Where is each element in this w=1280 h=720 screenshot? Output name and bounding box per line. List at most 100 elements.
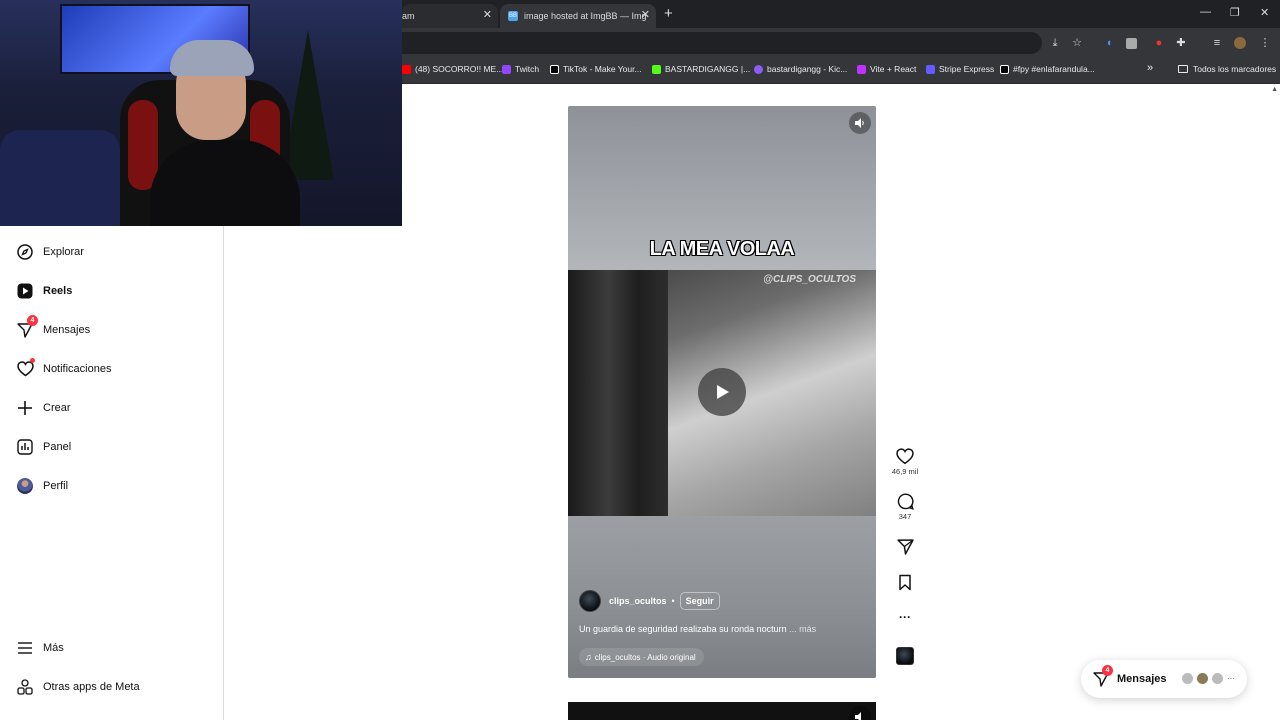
twitch-icon xyxy=(502,64,511,74)
author-username[interactable]: clips_ocultos xyxy=(609,596,667,606)
profile-avatar-icon[interactable] xyxy=(1234,37,1246,49)
new-tab-button[interactable]: + xyxy=(664,5,673,22)
all-bookmarks-button[interactable]: Todos los marcadores xyxy=(1178,64,1276,74)
scrollbar-up-arrow[interactable]: ▲ xyxy=(1271,86,1278,93)
stripe-icon xyxy=(926,64,935,74)
avatar xyxy=(1211,672,1224,685)
share-action[interactable] xyxy=(886,538,924,555)
tiktok-icon xyxy=(550,64,559,74)
like-action[interactable]: 46,9 mil xyxy=(886,448,924,476)
description-more-link[interactable]: ... más xyxy=(789,624,816,634)
next-reel-video[interactable] xyxy=(568,702,876,720)
window-close-icon[interactable]: ✕ xyxy=(1260,6,1269,19)
reels-icon xyxy=(16,282,34,300)
reel-video-door xyxy=(568,270,668,516)
audio-pill[interactable]: ♫ clips_ocultos · Audio original xyxy=(579,648,704,666)
avatar-icon xyxy=(16,477,34,495)
description-text: Un guardia de seguridad realizaba su ron… xyxy=(579,624,787,634)
sidebar-item-profile[interactable]: Perfil xyxy=(0,468,224,504)
imgbb-favicon-icon: BB xyxy=(508,11,518,21)
extension-icon[interactable]: ● xyxy=(1152,36,1166,50)
more-options-action[interactable]: ··· xyxy=(886,610,924,624)
bookmark-item[interactable]: (48) SOCORRO!! ME... xyxy=(402,64,503,74)
tab-close-icon[interactable]: ✕ xyxy=(483,8,492,21)
bookmarks-overflow-button[interactable]: » xyxy=(1147,62,1153,74)
mute-button[interactable] xyxy=(849,112,871,134)
message-avatars: ··· xyxy=(1179,672,1235,685)
sidebar-item-meta-apps[interactable]: Otras apps de Meta xyxy=(0,669,224,705)
messenger-icon: 4 xyxy=(16,315,38,339)
tab-title: image hosted at ImgBB — Img xyxy=(524,11,647,21)
extension-icon[interactable]: ◖ xyxy=(1102,36,1116,50)
play-icon xyxy=(717,385,729,399)
bookmark-item[interactable]: TikTok - Make Your... xyxy=(550,64,642,74)
youtube-icon xyxy=(402,64,411,74)
sidebar-item-panel[interactable]: Panel xyxy=(0,429,224,465)
extensions-puzzle-icon[interactable]: ✚ xyxy=(1174,36,1188,50)
media-control-icon[interactable]: ≡ xyxy=(1210,36,1224,50)
bookmark-item[interactable]: Stripe Express xyxy=(926,64,994,74)
more-ellipsis-icon: ··· xyxy=(1227,674,1235,683)
audio-thumbnail[interactable] xyxy=(896,647,914,665)
menu-kebab-icon[interactable]: ⋮ xyxy=(1258,36,1272,50)
restore-icon[interactable]: ❐ xyxy=(1230,6,1240,19)
separator-dot: • xyxy=(671,596,675,606)
chart-icon xyxy=(16,438,34,456)
bookmark-star-icon[interactable]: ☆ xyxy=(1070,36,1084,50)
messages-floating-button[interactable]: 4 Mensajes ··· xyxy=(1081,660,1247,698)
bookmark-label: BASTARDIGANGG |... xyxy=(665,64,751,74)
sidebar-item-label: Más xyxy=(43,642,64,654)
bookmark-item[interactable]: #fpy #enlafarandula... xyxy=(1000,64,1095,74)
reel-caption-overlay: LA MEA VOLAA xyxy=(649,238,795,260)
sidebar-item-create[interactable]: Crear xyxy=(0,390,224,426)
comment-action[interactable]: 347 xyxy=(886,493,924,521)
browser-tab-previous[interactable]: am ✕ xyxy=(402,4,498,28)
address-bar[interactable] xyxy=(402,32,1042,54)
webcam-person-body xyxy=(150,140,300,226)
speaker-icon xyxy=(855,118,864,128)
minimize-icon[interactable]: — xyxy=(1200,6,1211,18)
tab-close-icon[interactable]: ✕ xyxy=(641,8,650,21)
bookmark-item[interactable]: Vite + React xyxy=(857,64,916,74)
music-note-icon: ♫ xyxy=(585,652,592,662)
plus-icon xyxy=(16,399,34,417)
author-avatar[interactable] xyxy=(579,590,601,612)
like-count: 46,9 mil xyxy=(891,467,919,476)
speaker-icon xyxy=(855,712,861,720)
kick-icon xyxy=(754,64,763,74)
comment-bubble-icon xyxy=(897,493,914,510)
sidebar-item-notifications[interactable]: Notificaciones xyxy=(0,351,224,387)
sidebar-item-messages[interactable]: 4 Mensajes xyxy=(0,312,224,348)
browser-tab-active[interactable]: BB image hosted at ImgBB — Img ✕ xyxy=(500,4,656,28)
bookmarks-bar: (48) SOCORRO!! ME... Twitch TikTok - Mak… xyxy=(402,58,1280,84)
follow-button[interactable]: Seguir xyxy=(679,592,720,610)
bookmark-label: (48) SOCORRO!! ME... xyxy=(415,64,504,74)
tiktok-icon xyxy=(1000,64,1009,74)
install-app-icon[interactable]: ⤓ xyxy=(1048,36,1062,50)
sidebar-item-label: Perfil xyxy=(43,480,69,492)
sidebar-item-label: Otras apps de Meta xyxy=(43,681,140,693)
bookmark-item[interactable]: bastardigangg - Kic... xyxy=(754,64,847,74)
extension-icon[interactable] xyxy=(1126,38,1137,49)
reel-video-player[interactable]: LA MEA VOLAA @CLIPS_OCULTOS clips_oculto… xyxy=(568,106,876,678)
share-paper-plane-icon xyxy=(896,539,914,555)
compass-icon xyxy=(16,243,34,261)
sidebar-item-reels[interactable]: Reels xyxy=(0,273,224,309)
comment-count: 347 xyxy=(898,512,912,521)
bookmark-icon xyxy=(899,574,911,591)
bookmark-label: Vite + React xyxy=(870,64,917,74)
bookmark-item[interactable]: Twitch xyxy=(502,64,539,74)
sidebar-item-more[interactable]: Más xyxy=(0,630,224,666)
sidebar-item-label: Panel xyxy=(43,441,72,453)
messages-label: Mensajes xyxy=(1117,673,1167,685)
sidebar-item-label: Crear xyxy=(43,402,71,414)
play-button[interactable] xyxy=(698,368,746,416)
sidebar-item-label: Reels xyxy=(43,285,73,297)
save-action[interactable] xyxy=(886,574,924,591)
mute-button[interactable] xyxy=(849,706,871,720)
sidebar-item-explore[interactable]: Explorar xyxy=(0,234,224,270)
heart-icon xyxy=(16,358,35,378)
bookmark-label: Stripe Express xyxy=(939,64,995,74)
bookmark-item[interactable]: BASTARDIGANGG |... xyxy=(652,64,750,74)
kick-icon xyxy=(652,64,661,74)
